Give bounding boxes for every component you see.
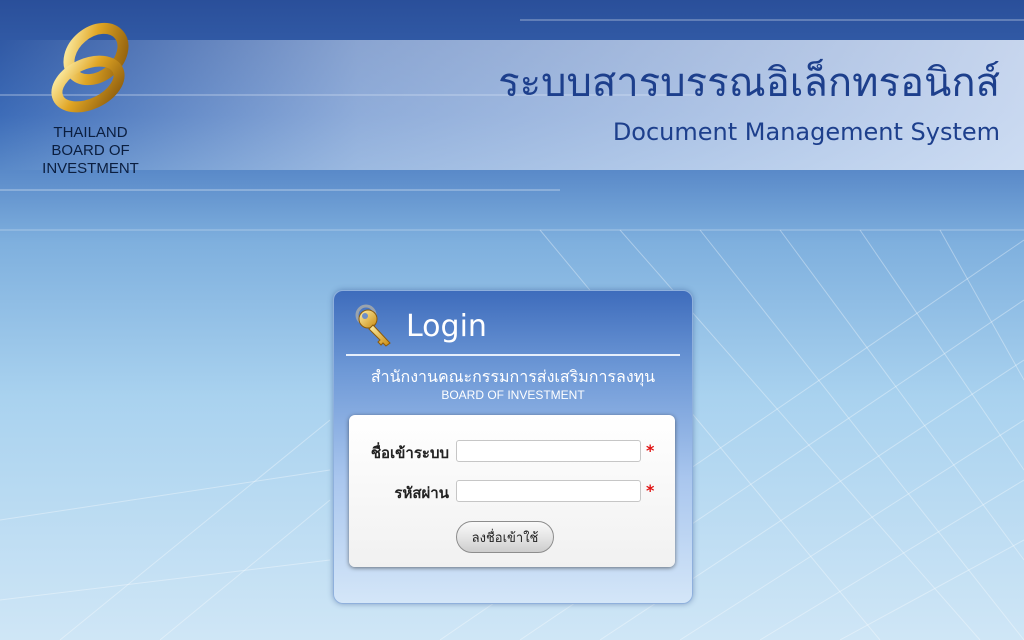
system-title-english: Document Management System bbox=[612, 118, 1000, 146]
key-icon bbox=[355, 304, 391, 347]
logo: THAILAND BOARD OF INVESTMENT bbox=[28, 18, 158, 183]
password-label: รหัสผ่าน bbox=[394, 484, 449, 502]
organization-name-thai: สำนักงานคณะกรรมการส่งเสริมการลงทุน bbox=[370, 367, 656, 386]
password-input[interactable] bbox=[456, 480, 641, 502]
login-button[interactable]: ลงชื่อเข้าใช้ bbox=[456, 521, 554, 553]
login-form: ชื่อเข้าระบบ * รหัสผ่าน * ลงชื่อเข้าใช้ bbox=[349, 415, 675, 567]
boi-logo-icon bbox=[51, 22, 129, 113]
logo-line-1: THAILAND bbox=[53, 124, 128, 141]
divider bbox=[346, 354, 680, 356]
system-title-thai: ระบบสารบรรณอิเล็กทรอนิกส์ bbox=[498, 60, 1000, 106]
login-title: Login bbox=[406, 309, 487, 344]
logo-line-2: BOARD OF bbox=[51, 142, 130, 159]
login-panel: Login สำนักงานคณะกรรมการส่งเสริมการลงทุน… bbox=[333, 290, 693, 604]
username-input[interactable] bbox=[456, 440, 641, 462]
password-required-mark: * bbox=[646, 481, 655, 500]
logo-line-3: INVESTMENT bbox=[42, 160, 139, 177]
organization-name-english: BOARD OF INVESTMENT bbox=[441, 388, 585, 402]
username-required-mark: * bbox=[646, 441, 655, 460]
logo-text: THAILAND BOARD OF INVESTMENT bbox=[28, 124, 153, 178]
username-label: ชื่อเข้าระบบ bbox=[370, 444, 449, 462]
